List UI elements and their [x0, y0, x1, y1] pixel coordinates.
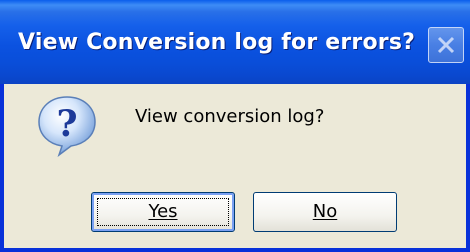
yes-button[interactable]: Yes	[91, 192, 235, 232]
dialog-window: View Conversion log for errors? ? View c…	[0, 0, 470, 252]
yes-button-label: Yes	[148, 201, 178, 222]
title-bar[interactable]: View Conversion log for errors?	[0, 0, 470, 84]
no-button[interactable]: No	[253, 192, 397, 232]
svg-text:?: ?	[56, 103, 77, 145]
close-button[interactable]	[428, 27, 464, 63]
no-button-label: No	[312, 201, 338, 222]
question-icon: ?	[38, 96, 96, 157]
dialog-title: View Conversion log for errors?	[18, 30, 416, 55]
dialog-content: ? View conversion log? Yes No	[4, 84, 466, 248]
close-icon	[437, 36, 455, 54]
dialog-message: View conversion log?	[135, 106, 325, 127]
